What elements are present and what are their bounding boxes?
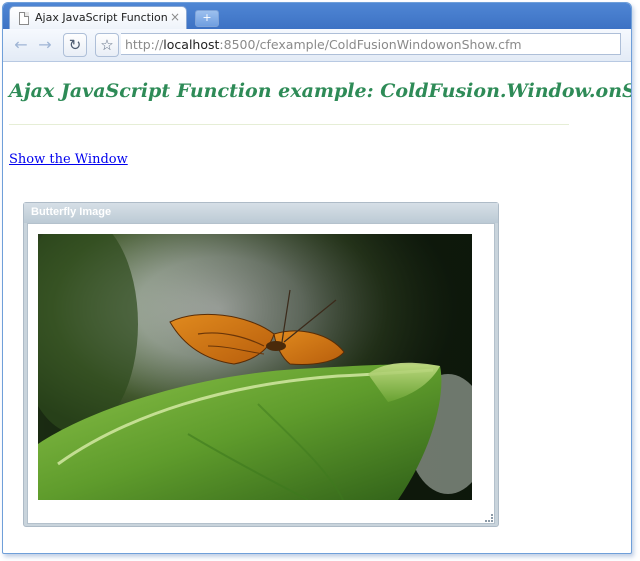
forward-arrow-icon[interactable]: → <box>35 35 55 55</box>
tab-ajax-function[interactable]: Ajax JavaScript Function: ... × <box>9 6 187 29</box>
show-window-link[interactable]: Show the Window <box>9 152 128 167</box>
close-tab-icon[interactable]: × <box>170 10 180 24</box>
url-path: :8500/cfexample/ColdFusionWindowonShow.c… <box>219 37 522 52</box>
window-header[interactable]: Butterfly Image <box>24 203 498 223</box>
butterfly-image <box>38 234 472 500</box>
back-arrow-icon[interactable]: ← <box>11 35 31 55</box>
page-icon <box>19 12 29 25</box>
url-scheme: http:// <box>125 37 164 52</box>
page-content: Ajax JavaScript Function example: ColdFu… <box>3 62 631 553</box>
new-tab-button[interactable]: + <box>195 10 219 27</box>
tab-strip: Ajax JavaScript Function: ... × + <box>3 3 631 29</box>
browser-window: Ajax JavaScript Function: ... × + ← → ↻ … <box>2 2 632 554</box>
address-bar[interactable]: http://localhost:8500/cfexample/ColdFusi… <box>121 33 621 55</box>
reload-icon[interactable]: ↻ <box>63 33 87 57</box>
window-body <box>27 223 495 524</box>
bookmark-star-icon[interactable]: ☆ <box>95 33 119 57</box>
tab-title: Ajax JavaScript Function: ... <box>35 11 167 24</box>
url-host: localhost <box>163 37 220 52</box>
butterfly-window[interactable]: Butterfly Image <box>23 202 499 527</box>
page-title: Ajax JavaScript Function example: ColdFu… <box>9 80 632 102</box>
horizontal-rule <box>9 124 569 125</box>
window-title: Butterfly Image <box>31 206 112 218</box>
resize-handle[interactable] <box>485 514 493 522</box>
browser-toolbar: ← → ↻ ☆ http://localhost:8500/cfexample/… <box>3 29 631 62</box>
